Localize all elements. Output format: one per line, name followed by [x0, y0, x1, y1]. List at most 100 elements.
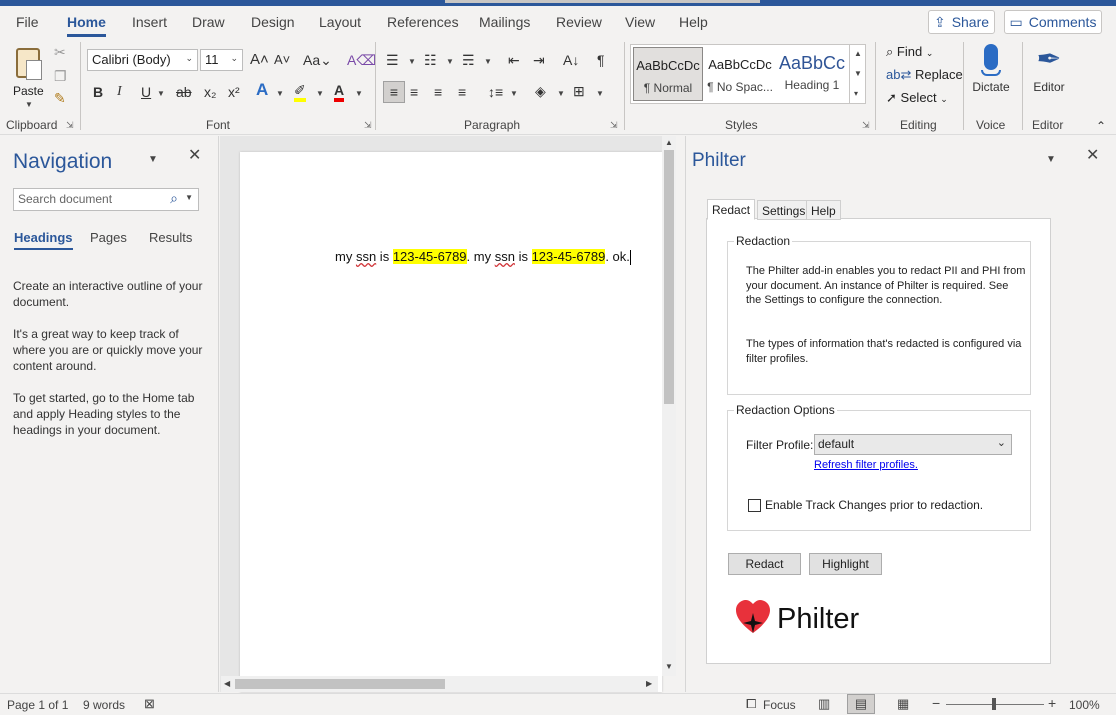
align-left-icon[interactable]: ≡ — [383, 81, 405, 103]
scroll-left-icon[interactable]: ◀ — [224, 679, 230, 688]
underline-icon[interactable]: U — [141, 84, 151, 100]
cut-icon[interactable]: ✂ — [54, 44, 66, 60]
tab-help[interactable]: Help — [679, 14, 708, 30]
sort-icon[interactable]: A↓ — [563, 52, 579, 68]
vertical-scrollbar[interactable]: ▲ ▼ — [662, 136, 676, 676]
zoom-level[interactable]: 100% — [1069, 698, 1100, 712]
zoom-slider-thumb[interactable] — [992, 698, 996, 710]
filter-profile-select[interactable]: default ⌄ — [814, 434, 1012, 455]
tab-design[interactable]: Design — [251, 14, 295, 30]
shrink-font-icon[interactable]: A˅ — [274, 52, 290, 68]
bold-icon[interactable]: B — [93, 84, 103, 100]
align-right-icon[interactable]: ≡ — [434, 84, 442, 100]
zoom-slider[interactable] — [946, 698, 1044, 710]
scroll-down-icon[interactable]: ▼ — [665, 662, 673, 671]
zoom-in-icon[interactable]: + — [1048, 695, 1056, 711]
scroll-right-icon[interactable]: ▶ — [646, 679, 652, 688]
select-button[interactable]: ➚ Select ⌄ — [886, 90, 948, 106]
change-case-icon[interactable]: Aa⌄ — [303, 52, 332, 68]
dictate-button[interactable]: Dictate — [970, 44, 1012, 94]
justify-icon[interactable]: ≡ — [458, 84, 466, 100]
tab-insert[interactable]: Insert — [132, 14, 167, 30]
tab-headings[interactable]: Headings — [14, 230, 73, 250]
tab-layout[interactable]: Layout — [319, 14, 361, 30]
tab-home[interactable]: Home — [67, 14, 106, 37]
pane-options-icon[interactable]: ▼ — [148, 152, 158, 168]
multilevel-list-icon[interactable]: ☴ — [462, 52, 475, 68]
tab-file[interactable]: File — [16, 14, 39, 30]
collapse-ribbon-icon[interactable]: ⌃ — [1096, 118, 1106, 134]
strikethrough-icon[interactable]: ab — [176, 84, 192, 100]
focus-icon[interactable]: ⧠ — [746, 696, 756, 712]
tab-help[interactable]: Help — [806, 200, 841, 220]
scroll-up-icon[interactable]: ▲ — [665, 138, 673, 147]
text-effects-icon[interactable]: A — [256, 81, 268, 98]
highlight-button[interactable]: Highlight — [809, 553, 882, 575]
focus-label[interactable]: Focus — [763, 698, 796, 712]
decrease-indent-icon[interactable]: ⇤ — [508, 52, 520, 68]
find-button[interactable]: ⌕ Find ⌄ — [886, 44, 933, 60]
font-color-icon[interactable]: A — [334, 82, 345, 102]
subscript-icon[interactable]: x₂ — [204, 84, 216, 100]
copy-icon[interactable]: ❐ — [54, 68, 67, 84]
scroll-down-icon[interactable]: ▼ — [854, 69, 862, 78]
styles-more-icon[interactable]: ▾ — [854, 89, 858, 98]
proofing-icon[interactable]: ⊠ — [144, 696, 155, 712]
highlighter-icon[interactable]: ✐ — [294, 82, 306, 102]
line-spacing-icon[interactable]: ↕≡ — [488, 84, 503, 100]
share-button[interactable]: ⇪ Share — [928, 10, 995, 34]
scroll-thumb[interactable] — [235, 679, 445, 689]
redact-button[interactable]: Redact — [728, 553, 801, 575]
numbering-icon[interactable]: ☷ — [424, 52, 437, 68]
comments-button[interactable]: ▭ Comments — [1004, 10, 1102, 34]
style-normal[interactable]: AaBbCcDc ¶ Normal — [633, 47, 703, 101]
scroll-up-icon[interactable]: ▲ — [854, 49, 862, 58]
tab-pages[interactable]: Pages — [90, 230, 127, 245]
zoom-out-icon[interactable]: − — [932, 695, 940, 711]
font-family-select[interactable]: Calibri (Body) ⌄ — [87, 49, 198, 71]
format-painter-icon[interactable]: ✎ — [54, 90, 66, 106]
paste-button[interactable]: Paste ▼ — [10, 44, 48, 109]
print-layout-icon[interactable]: ▤ — [847, 694, 875, 714]
title-search-bar[interactable] — [445, 0, 760, 3]
word-count[interactable]: 9 words — [83, 698, 125, 712]
scroll-thumb[interactable] — [664, 150, 674, 404]
italic-icon[interactable]: I — [117, 84, 122, 100]
pilcrow-icon[interactable]: ¶ — [597, 52, 605, 68]
document-text[interactable]: my ssn is 123-45-6789. my ssn is 123-45-… — [335, 249, 631, 266]
horizontal-scrollbar[interactable]: ◀ ▶ — [221, 676, 658, 692]
web-layout-icon[interactable]: ▦ — [897, 696, 909, 712]
read-mode-icon[interactable]: ▥ — [818, 696, 830, 712]
borders-icon[interactable]: ⊞ — [573, 83, 585, 99]
shading-icon[interactable]: ◈ — [535, 83, 546, 99]
bullets-icon[interactable]: ☰ — [386, 52, 399, 68]
close-icon[interactable]: ✕ — [188, 148, 201, 164]
grow-font-icon[interactable]: A˄ — [250, 52, 269, 68]
replace-button[interactable]: ab⇄ Replace — [886, 67, 963, 83]
align-center-icon[interactable]: ≡ — [410, 84, 418, 100]
style-heading-1[interactable]: AaBbCc Heading 1 — [777, 47, 847, 99]
close-icon[interactable]: ✕ — [1086, 148, 1099, 164]
refresh-filter-profiles-link[interactable]: Refresh filter profiles. — [814, 459, 918, 471]
tab-redact[interactable]: Redact — [707, 199, 756, 220]
tab-review[interactable]: Review — [556, 14, 602, 30]
editor-button[interactable]: ✒ Editor — [1029, 44, 1069, 95]
clear-formatting-icon[interactable]: A⌫ — [347, 52, 376, 68]
search-input[interactable]: Search document ⌕ ▼ — [13, 188, 199, 211]
superscript-icon[interactable]: x² — [228, 84, 240, 100]
page-count[interactable]: Page 1 of 1 — [7, 698, 68, 712]
pane-options-icon[interactable]: ▼ — [1046, 152, 1056, 168]
dialog-launcher-icon[interactable]: ⇲ — [862, 120, 870, 131]
dialog-launcher-icon[interactable]: ⇲ — [364, 120, 372, 131]
tab-references[interactable]: References — [387, 14, 459, 30]
font-size-select[interactable]: 11 ⌄ — [200, 49, 243, 71]
tab-results[interactable]: Results — [149, 230, 192, 245]
style-no-spacing[interactable]: AaBbCcDc ¶ No Spac... — [705, 47, 775, 99]
tab-view[interactable]: View — [625, 14, 655, 30]
tab-mailings[interactable]: Mailings — [479, 14, 530, 30]
dialog-launcher-icon[interactable]: ⇲ — [610, 120, 618, 131]
dialog-launcher-icon[interactable]: ⇲ — [66, 120, 74, 131]
increase-indent-icon[interactable]: ⇥ — [533, 52, 545, 68]
track-changes-checkbox[interactable] — [748, 499, 761, 512]
tab-settings[interactable]: Settings — [757, 200, 811, 220]
